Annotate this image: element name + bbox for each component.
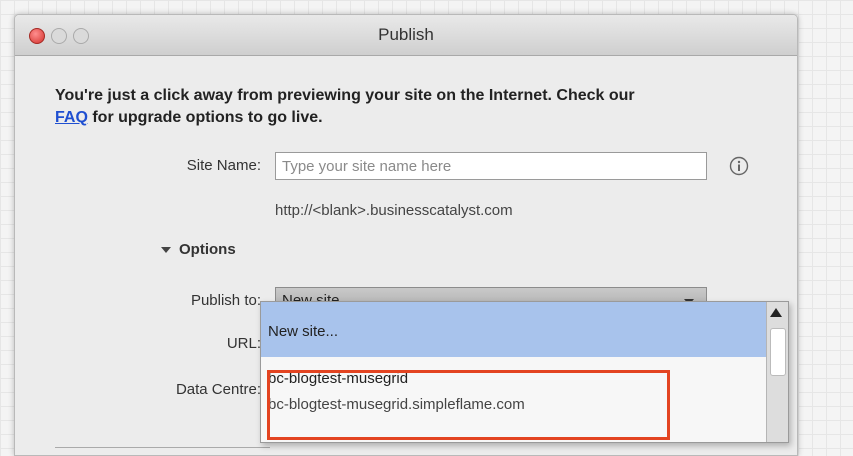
dropdown-scrollbar[interactable] (766, 302, 788, 442)
data-centre-label: Data Centre: (175, 381, 261, 398)
menu-item-new-site[interactable]: New site... (261, 302, 766, 357)
publish-to-label: Publish to: (190, 292, 261, 309)
options-disclosure[interactable]: Options (161, 241, 236, 258)
title-bar[interactable]: Publish (15, 15, 797, 56)
scroll-thumb[interactable] (770, 328, 786, 376)
intro-text: You're just a click away from previewing… (55, 87, 635, 104)
site-name-input[interactable] (275, 152, 707, 180)
window-title: Publish (378, 25, 434, 44)
url-label: URL: (226, 335, 261, 352)
options-label: Options (179, 241, 236, 258)
intro-text-after: for upgrade options to go live. (92, 109, 323, 126)
disclosure-triangle-icon (161, 247, 171, 254)
scroll-up-arrow-icon[interactable] (770, 308, 782, 317)
divider (55, 447, 270, 448)
highlight-box (267, 370, 670, 440)
site-name-label: Site Name: (186, 157, 261, 174)
site-url-hint: http://<blank>.businesscatalyst.com (275, 202, 513, 219)
faq-link[interactable]: FAQ (55, 109, 88, 126)
intro-message: You're just a click away from previewing… (55, 85, 775, 129)
info-icon[interactable] (729, 156, 749, 176)
